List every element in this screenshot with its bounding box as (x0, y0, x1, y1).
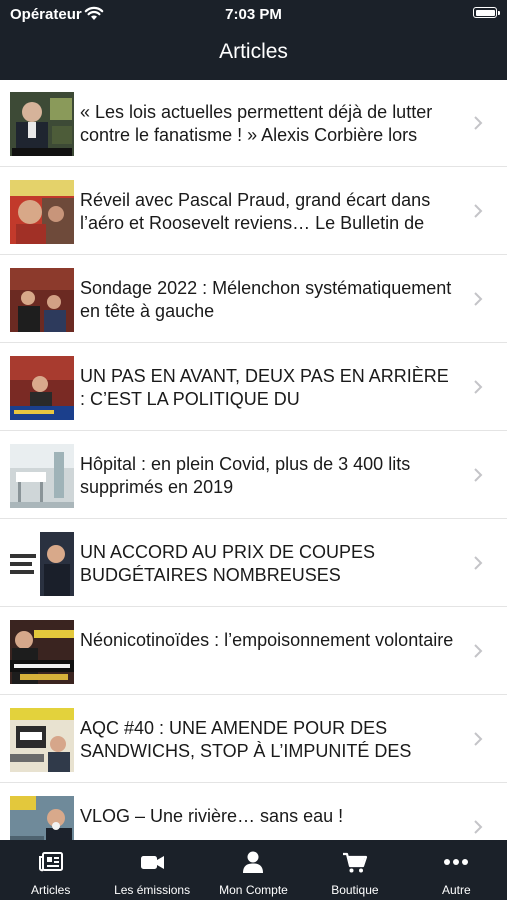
article-thumbnail (10, 356, 74, 420)
video-camera-icon (141, 856, 165, 869)
chevron-right-icon (474, 556, 483, 570)
chevron-right-icon (474, 468, 483, 482)
clock: 7:03 PM (225, 6, 282, 23)
tab-articles[interactable]: Articles (0, 840, 101, 900)
chevron-right-icon (474, 204, 483, 218)
article-title: Sondage 2022 : Mélenchon systématiquemen… (80, 278, 452, 321)
battery-icon (473, 7, 500, 18)
article-thumbnail (10, 796, 74, 840)
article-title: VLOG – Une rivière… sans eau ! (80, 806, 344, 826)
article-list[interactable]: « Les lois actuelles permettent déjà de … (0, 80, 507, 840)
article-title: UN ACCORD AU PRIX DE COUPES BUDGÉTAIRES … (80, 542, 376, 585)
user-icon (243, 851, 264, 873)
tab-label: Les émissions (114, 883, 191, 897)
tab-boutique[interactable]: Boutique (304, 840, 405, 900)
chevron-right-icon (474, 732, 483, 746)
article-thumbnail (10, 620, 74, 684)
chevron-right-icon (474, 380, 483, 394)
more-icon (444, 859, 469, 865)
article-title: Réveil avec Pascal Praud, grand écart da… (80, 190, 431, 233)
article-row[interactable]: Réveil avec Pascal Praud, grand écart da… (0, 168, 507, 255)
article-title: UN PAS EN AVANT, DEUX PAS EN ARRIÈRE : C… (80, 366, 449, 409)
article-thumbnail (10, 180, 74, 244)
article-row[interactable]: AQC #40 : UNE AMENDE POUR DES SANDWICHS,… (0, 696, 507, 783)
article-thumbnail (10, 268, 74, 332)
article-row[interactable]: Hôpital : en plein Covid, plus de 3 400 … (0, 432, 507, 519)
tab-label: Mon Compte (219, 883, 288, 897)
chevron-right-icon (474, 644, 483, 658)
article-thumbnail (10, 532, 74, 596)
chevron-right-icon (474, 820, 483, 834)
tab-mon-compte[interactable]: Mon Compte (203, 840, 304, 900)
chevron-right-icon (474, 116, 483, 130)
article-row[interactable]: « Les lois actuelles permettent déjà de … (0, 80, 507, 167)
article-thumbnail (10, 92, 74, 156)
article-row[interactable]: VLOG – Une rivière… sans eau ! (0, 784, 507, 840)
article-row[interactable]: Néonicotinoïdes : l’empoisonnement volon… (0, 608, 507, 695)
article-thumbnail (10, 444, 74, 508)
tab-autre[interactable]: Autre (406, 840, 507, 900)
article-title: Néonicotinoïdes : l’empoisonnement volon… (80, 630, 454, 650)
tab-label: Articles (31, 883, 71, 897)
top-bar: Opérateur 7:03 PM Articles (0, 0, 507, 80)
article-title: AQC #40 : UNE AMENDE POUR DES SANDWICHS,… (80, 718, 412, 761)
article-row[interactable]: UN PAS EN AVANT, DEUX PAS EN ARRIÈRE : C… (0, 344, 507, 431)
article-row[interactable]: Sondage 2022 : Mélenchon systématiquemen… (0, 256, 507, 343)
cart-icon (342, 852, 367, 873)
newspaper-icon (38, 852, 63, 872)
tab-emissions[interactable]: Les émissions (101, 840, 202, 900)
article-row[interactable]: UN ACCORD AU PRIX DE COUPES BUDGÉTAIRES … (0, 520, 507, 607)
tab-bar: Articles Les émissions Mon Compte Boutiq… (0, 840, 507, 900)
article-title: Hôpital : en plein Covid, plus de 3 400 … (80, 454, 411, 497)
article-title: « Les lois actuelles permettent déjà de … (80, 102, 433, 145)
article-thumbnail (10, 708, 74, 772)
chevron-right-icon (474, 292, 483, 306)
page-title: Articles (219, 40, 288, 63)
status-bar: Opérateur 7:03 PM (0, 0, 507, 28)
tab-label: Autre (441, 883, 471, 897)
tab-label: Boutique (331, 883, 379, 897)
